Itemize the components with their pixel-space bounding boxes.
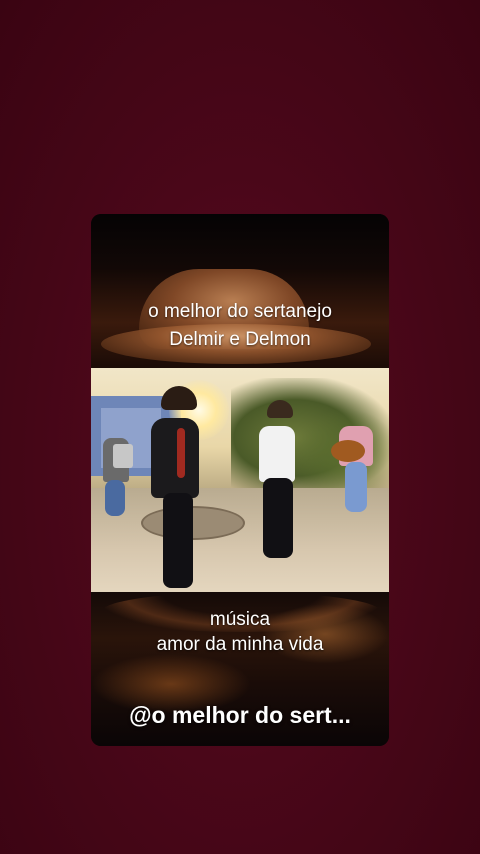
song-title: amor da minha vida <box>156 634 324 655</box>
singer-right <box>259 426 295 482</box>
singer-left-legs <box>163 493 193 588</box>
singer-left <box>151 418 199 498</box>
accordion-player-legs <box>105 480 125 516</box>
caption-line-1: o melhor do sertanejo <box>148 301 332 322</box>
singer-right-legs <box>263 478 293 558</box>
singer-left-scarf <box>177 428 185 478</box>
accordion <box>113 444 133 468</box>
music-label: música <box>209 609 271 630</box>
guitar-player-legs <box>345 462 367 512</box>
caption-line-2: Delmir e Delmon <box>169 329 311 350</box>
video-card[interactable]: o melhor do sertanejo Delmir e Delmon mú… <box>91 214 389 746</box>
guitar <box>331 440 365 462</box>
fountain <box>141 506 245 540</box>
video-frame[interactable] <box>91 368 389 592</box>
channel-handle[interactable]: @o melhor do sert... <box>91 700 389 730</box>
